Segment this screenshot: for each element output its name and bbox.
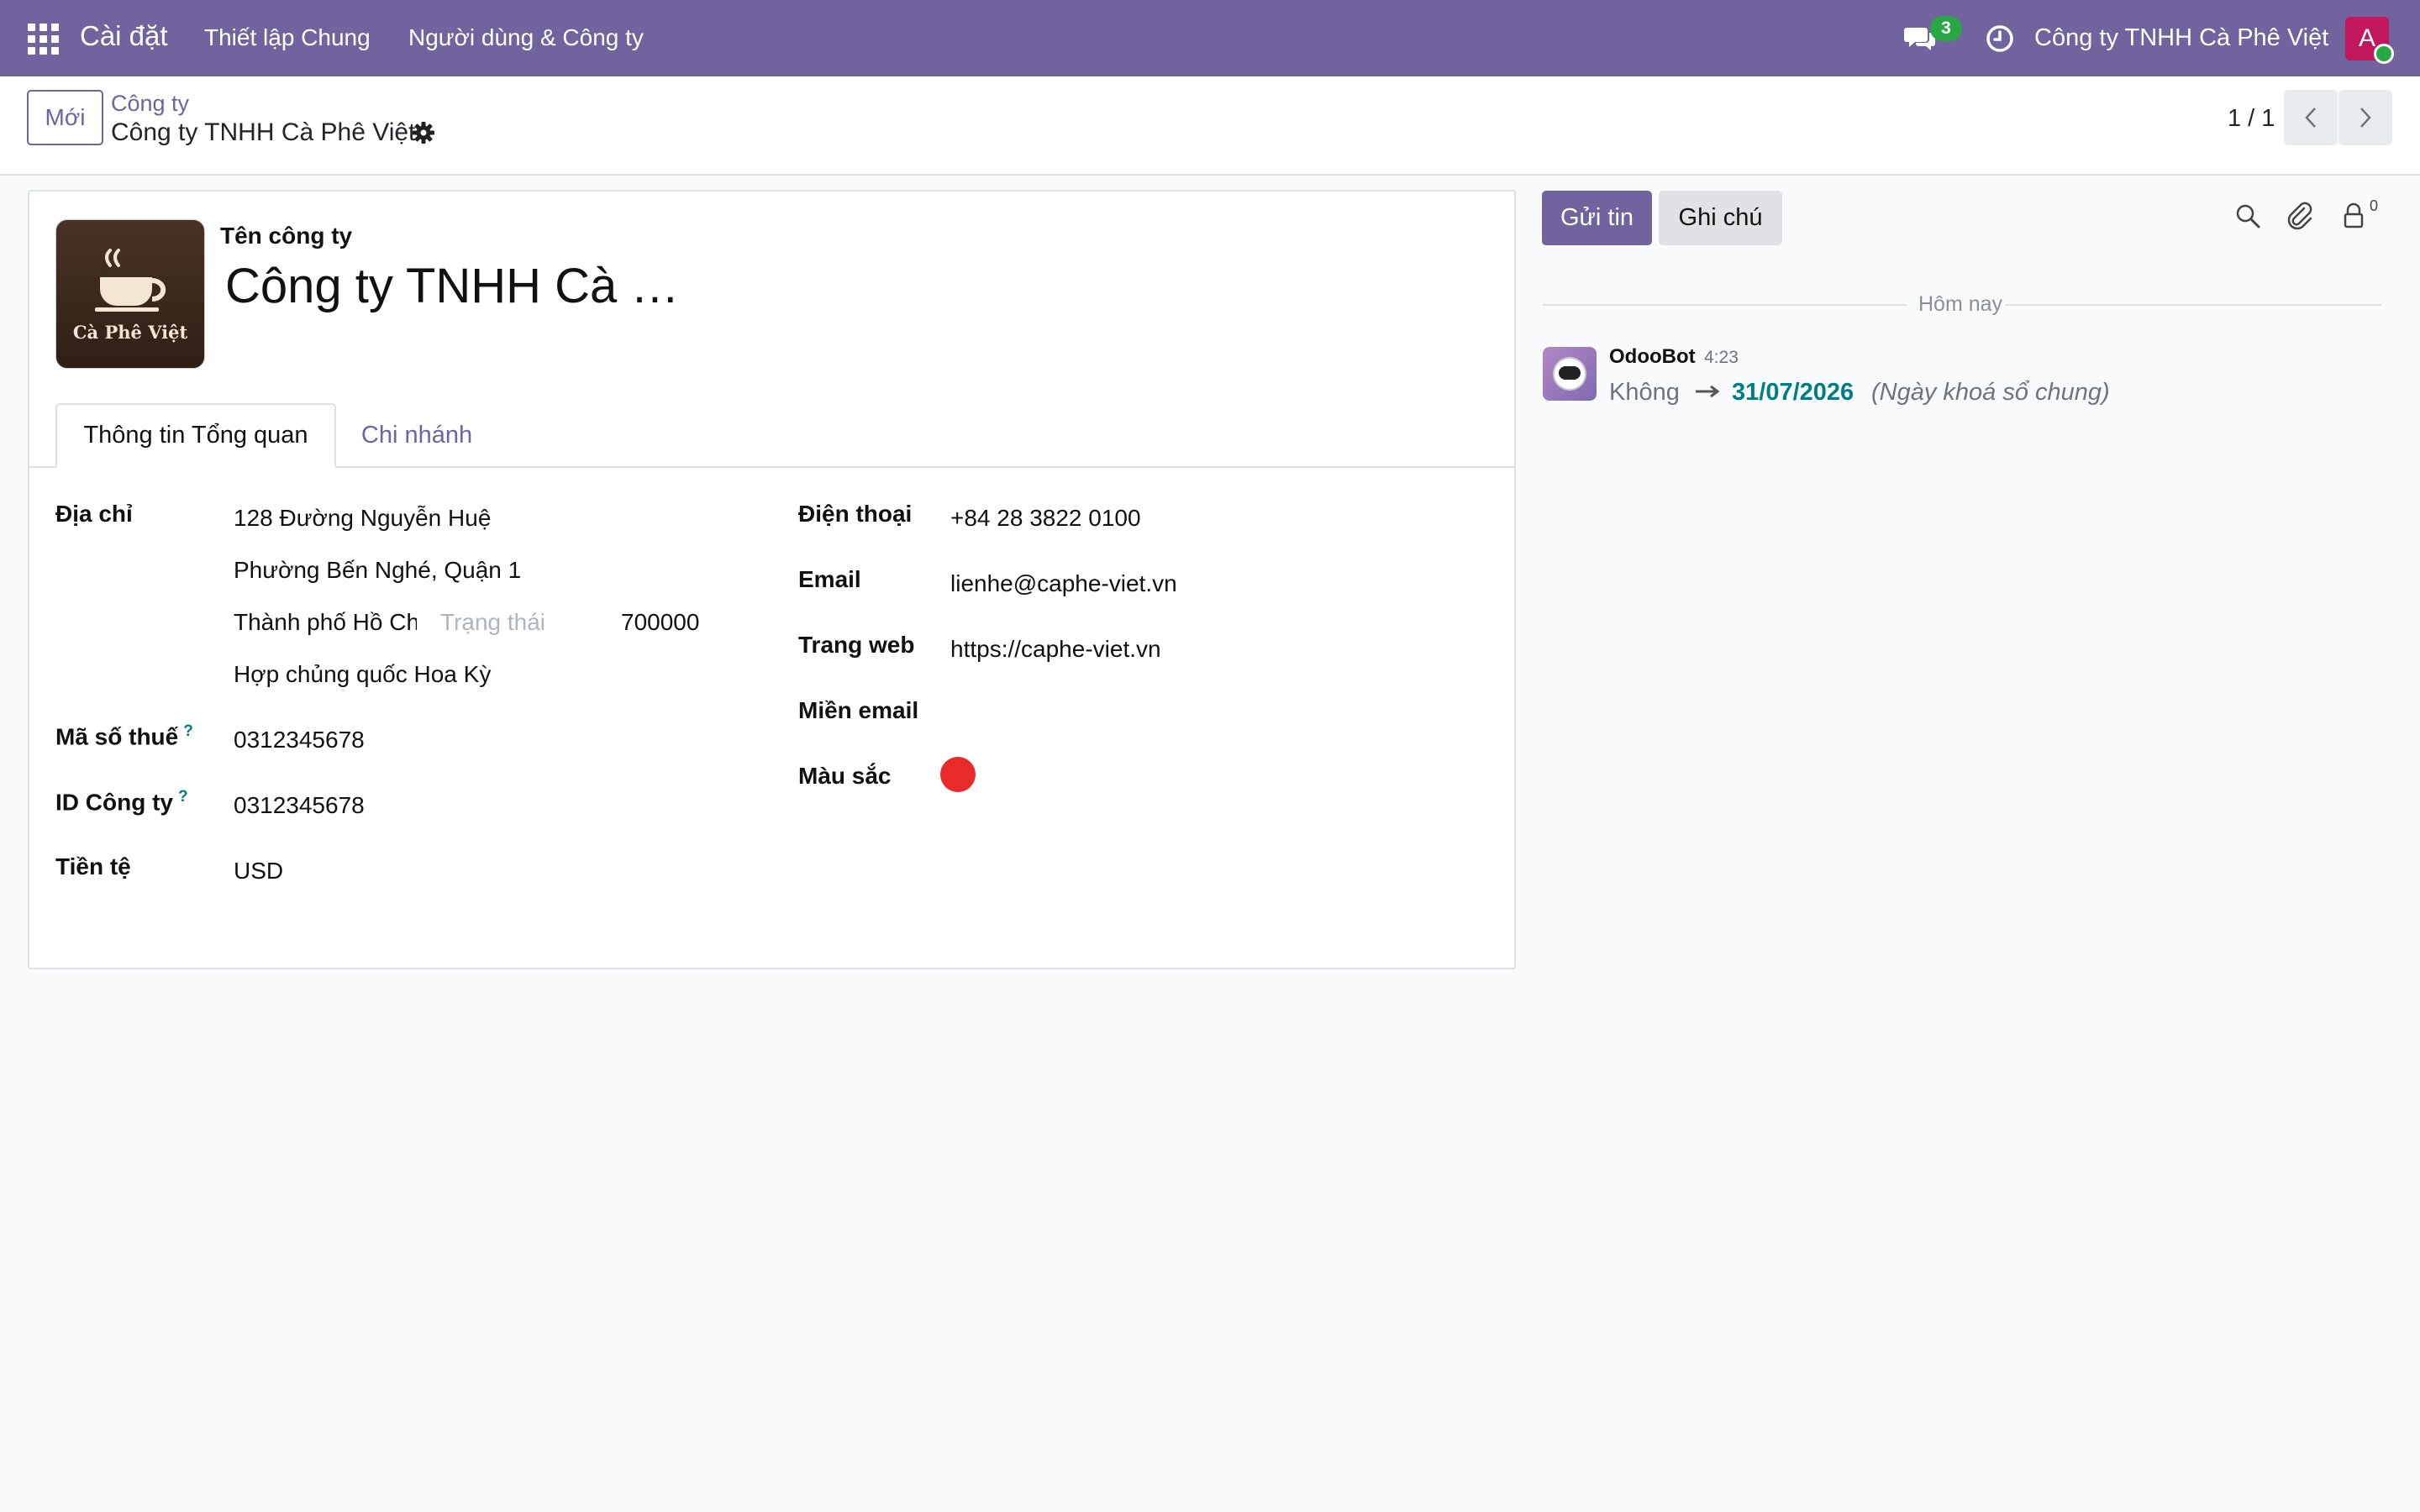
- currency-field[interactable]: USD: [234, 858, 283, 885]
- website-field[interactable]: https://caphe-viet.vn: [950, 636, 1161, 663]
- activity-clock-icon[interactable]: [1985, 24, 2015, 54]
- company-id-label: ID Công ty?: [55, 788, 188, 816]
- date-separator: Hôm nay: [1918, 292, 2003, 316]
- message-author[interactable]: OdooBot: [1609, 345, 1696, 369]
- odoobot-avatar[interactable]: [1543, 347, 1597, 401]
- company-logo[interactable]: Cà Phê Việt: [55, 219, 205, 369]
- pager-previous-button[interactable]: [2284, 90, 2338, 145]
- tab-general-info[interactable]: Thông tin Tổng quan: [55, 403, 336, 468]
- log-note-button[interactable]: Ghi chú: [1659, 191, 1782, 245]
- website-label: Trang web: [798, 632, 915, 658]
- message-time: 4:23: [1704, 348, 1739, 367]
- arrow-right-icon: [1696, 385, 1720, 398]
- tracking-old-value: Không: [1609, 379, 1680, 406]
- company-name-label: Tên công ty: [220, 223, 353, 249]
- address-label: Địa chỉ: [55, 501, 133, 527]
- city-field[interactable]: Thành phố Hồ Chí Minh: [234, 609, 417, 636]
- menu-general-settings[interactable]: Thiết lập Chung: [204, 24, 371, 51]
- tracking-field-name: (Ngày khoá sổ chung): [1871, 379, 2110, 406]
- control-panel: Mới Công ty Công ty TNHH Cà Phê Việt 1 /…: [0, 76, 2420, 176]
- street-field[interactable]: 128 Đường Nguyễn Huệ: [234, 505, 491, 532]
- search-icon[interactable]: [2233, 202, 2262, 230]
- chevron-left-icon: [2305, 108, 2316, 128]
- company-switcher[interactable]: Công ty TNHH Cà Phê Việt: [2034, 24, 2328, 52]
- followers-count: 0: [2370, 197, 2379, 214]
- company-id-help-icon[interactable]: ?: [178, 788, 188, 806]
- lock-icon[interactable]: [2339, 202, 2368, 230]
- tab-branches[interactable]: Chi nhánh: [345, 403, 489, 468]
- breadcrumb-current: Công ty TNHH Cà Phê Việt: [111, 118, 416, 146]
- top-navbar: Cài đặt Thiết lập Chung Người dùng & Côn…: [0, 0, 2420, 76]
- send-message-button[interactable]: Gửi tin: [1542, 191, 1652, 245]
- new-record-button[interactable]: Mới: [27, 90, 103, 145]
- phone-field[interactable]: +84 28 3822 0100: [950, 505, 1141, 532]
- coffee-cup-icon: [95, 249, 166, 312]
- pager-value[interactable]: 1 / 1: [2228, 105, 2275, 133]
- online-status-dot: [2374, 44, 2394, 64]
- email-field[interactable]: lienhe@caphe-viet.vn: [950, 570, 1177, 597]
- currency-label: Tiền tệ: [55, 853, 131, 879]
- app-name[interactable]: Cài đặt: [80, 20, 168, 52]
- zip-field[interactable]: 700000: [621, 609, 699, 636]
- vat-field[interactable]: 0312345678: [234, 727, 365, 753]
- company-name-field[interactable]: Công ty TNHH Cà Phê Việt: [225, 258, 704, 314]
- app-grid-icon[interactable]: [28, 24, 59, 55]
- bot-visor-icon: [1559, 366, 1581, 380]
- breadcrumb-parent-link[interactable]: Công ty: [111, 91, 189, 117]
- state-field[interactable]: Trạng thái: [440, 609, 545, 636]
- vat-label: Mã số thuế?: [55, 722, 193, 750]
- color-picker-swatch[interactable]: [940, 757, 976, 792]
- tracking-new-value: 31/07/2026: [1732, 379, 1854, 406]
- chevron-right-icon: [2360, 108, 2371, 128]
- gear-icon[interactable]: [411, 120, 436, 145]
- street2-field[interactable]: Phường Bến Nghé, Quận 1: [234, 557, 521, 584]
- date-divider-left: [1543, 304, 1907, 306]
- email-label: Email: [798, 566, 861, 592]
- logo-text: Cà Phê Việt: [72, 322, 188, 343]
- menu-users-companies[interactable]: Người dùng & Công ty: [408, 24, 644, 51]
- email-domain-label: Miền email: [798, 697, 919, 723]
- messages-count-badge: 3: [1930, 16, 1962, 41]
- pager-next-button[interactable]: [2338, 90, 2392, 145]
- company-id-field[interactable]: 0312345678: [234, 792, 365, 819]
- vat-help-icon[interactable]: ?: [183, 722, 193, 740]
- country-field[interactable]: Hợp chủng quốc Hoa Kỳ: [234, 661, 491, 688]
- paperclip-icon[interactable]: [2286, 202, 2314, 230]
- date-divider-right: [2005, 304, 2381, 306]
- color-label: Màu sắc: [798, 763, 892, 789]
- phone-label: Điện thoại: [798, 501, 913, 527]
